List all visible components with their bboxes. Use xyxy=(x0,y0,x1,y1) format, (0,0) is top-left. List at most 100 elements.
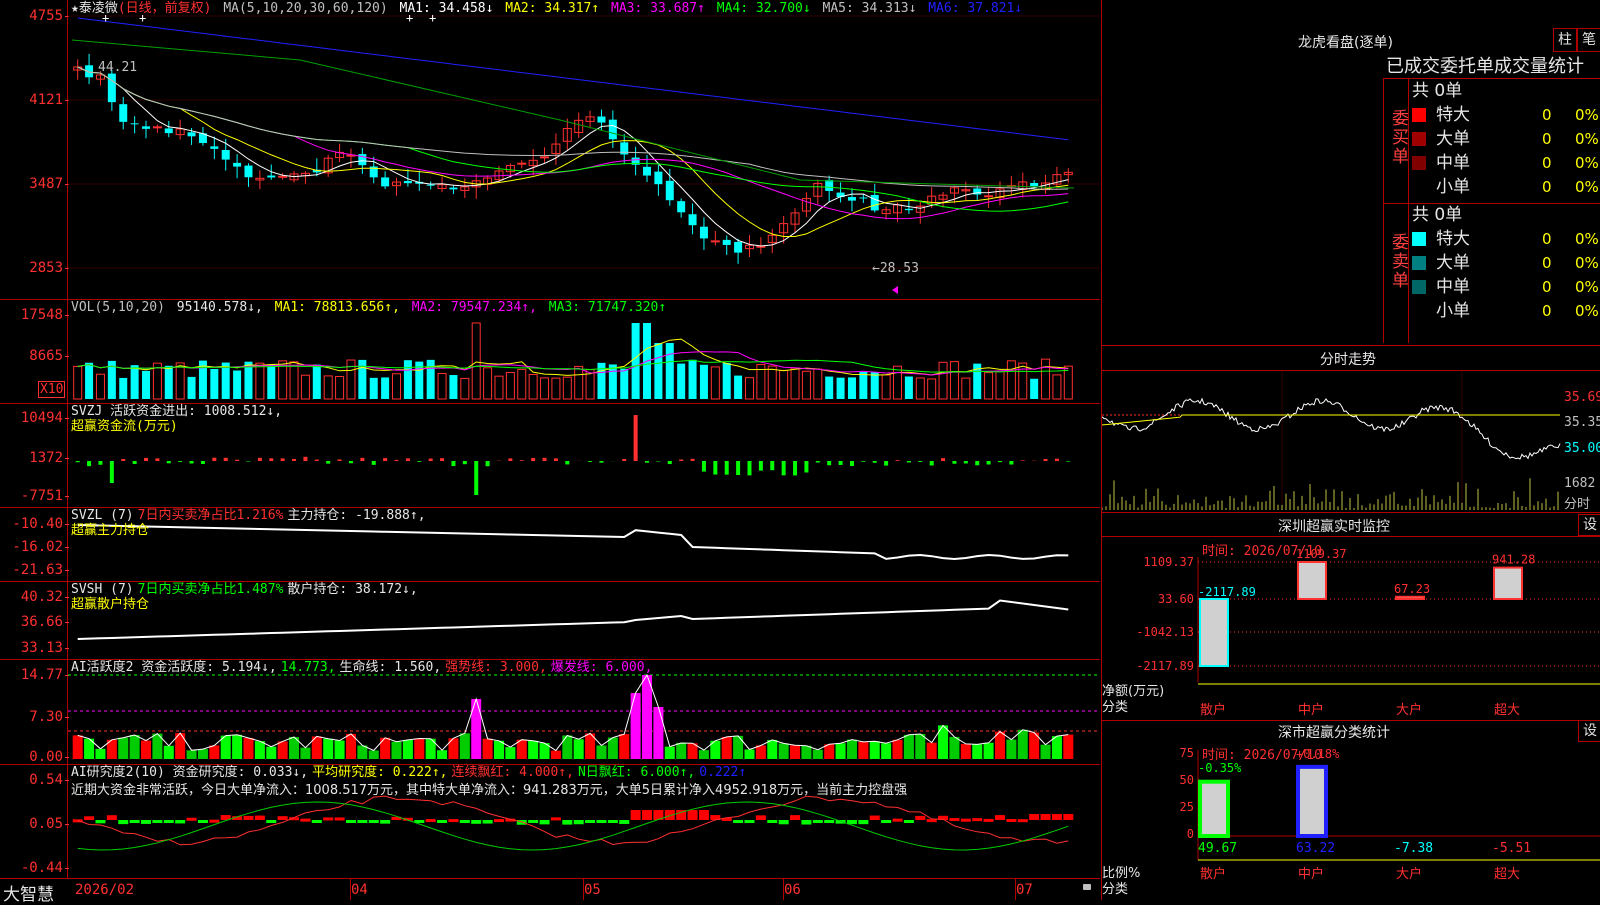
volume-bar xyxy=(1042,359,1050,399)
sz-bar-label: -2117.89 xyxy=(1198,585,1256,599)
stock-name[interactable]: ★泰凌微 xyxy=(71,1,118,16)
intraday-chart[interactable] xyxy=(1102,345,1600,512)
svzj-panel[interactable]: 10494 1372 -7751 SVZJ 活跃资金进出: 1008.512↓,… xyxy=(0,403,1100,508)
flow-bar xyxy=(896,460,900,461)
flow-bar xyxy=(429,459,433,461)
flow-bar xyxy=(338,459,342,461)
candlestick-chart[interactable]: ++++ xyxy=(0,0,1100,299)
flow-bar xyxy=(451,461,455,466)
intraday-tick: 35.69 xyxy=(1564,390,1600,405)
flow-bar xyxy=(87,461,91,466)
research-bar xyxy=(426,819,436,822)
activity-bar xyxy=(824,744,834,759)
flow-bar xyxy=(554,458,558,461)
svzl-holding: 主力持仓: -19.888↑, xyxy=(287,508,425,523)
research-bar xyxy=(312,820,322,823)
activity-bar xyxy=(130,735,140,759)
activity-bar xyxy=(596,745,606,759)
activity-bar xyxy=(483,739,493,759)
buy-row-medium[interactable]: 中单00% xyxy=(1412,151,1600,175)
volume-bar xyxy=(996,371,1004,399)
svzl-subtitle: 超赢主力持仓 xyxy=(71,523,430,538)
sz-class-panel[interactable]: 深市超赢分类统计 设 时间: 2026/07/10 7550250-0.35%+… xyxy=(1101,720,1600,900)
volume-panel[interactable]: 17548 8665 X10 VOL(5,10,20) 95140.578↓, … xyxy=(0,299,1100,404)
candle-body xyxy=(131,123,139,124)
class-category: 大户 xyxy=(1396,866,1422,882)
class-top-label: +0.18% xyxy=(1296,747,1340,761)
sell-row-large[interactable]: 大单00% xyxy=(1412,251,1600,275)
ai1-burst: 爆发线: 6.000, xyxy=(551,660,653,675)
sell-row-small[interactable]: 小单00% xyxy=(1412,299,1600,323)
intraday-panel[interactable]: 分时走势 35.69 35.35 35.00 1682 分时 xyxy=(1101,345,1600,513)
activity-bar xyxy=(73,735,83,759)
flow-bar xyxy=(713,461,717,475)
flow-bar xyxy=(224,458,228,461)
activity-bar xyxy=(1063,735,1073,759)
flow-bar xyxy=(144,458,148,461)
flow-bar xyxy=(816,461,820,463)
ai1-lifeline: 生命线: 1.560, xyxy=(340,660,442,675)
class-chart[interactable]: 7550250-0.35%+0.18%49.6763.22-7.38-5.51散… xyxy=(1102,720,1600,900)
research-bar xyxy=(483,820,493,824)
tick-view-button[interactable]: 笔 xyxy=(1577,28,1600,52)
research-bar xyxy=(642,810,652,820)
research-bar xyxy=(551,817,561,820)
volume-legend: VOL(5,10,20) 95140.578↓, MA1: 78813.656↑… xyxy=(71,300,670,315)
flow-bar xyxy=(964,461,968,463)
research-bar xyxy=(540,820,550,824)
volume-bar xyxy=(256,363,264,399)
buy-row-small[interactable]: 小单00% xyxy=(1412,175,1600,199)
activity-bar xyxy=(243,738,253,759)
svzl-ratio: 7日内买卖净占比1.216% xyxy=(138,508,284,523)
ai2-summary: 近期大资金非常活跃，今日大单净流入：1008.517万元，其中特大单净流入：94… xyxy=(71,783,907,798)
candle-body xyxy=(711,241,719,242)
flow-bar xyxy=(440,458,444,461)
research-bar xyxy=(699,810,709,820)
buy-row-large[interactable]: 大单00% xyxy=(1412,127,1600,151)
volume-bar xyxy=(620,369,628,399)
class-value: 49.67 xyxy=(1198,841,1237,856)
research-bar xyxy=(357,820,367,823)
activity-bar xyxy=(767,740,777,759)
order-stat-panel[interactable]: 龙虎看盘(逐单) 柱 笔 已成交委托单成交量统计 委买单 委卖单 共 0单 特大… xyxy=(1101,0,1600,346)
buy-row-super[interactable]: 特大00% xyxy=(1412,103,1600,127)
activity-bar xyxy=(619,734,629,759)
sell-row-super[interactable]: 特大00% xyxy=(1412,227,1600,251)
activity-bar xyxy=(437,750,447,759)
ai-research-panel[interactable]: 0.54 0.05 -0.44 AI研究度2(10) 资金研究度: 0.033↓… xyxy=(0,764,1100,878)
sz-monitor-chart[interactable]: 1109.3733.60-1042.13-2117.89-2117.891109… xyxy=(1102,512,1600,720)
class-tick: 50 xyxy=(1180,773,1194,787)
candle-body xyxy=(985,196,993,197)
research-bar xyxy=(243,816,253,820)
research-bar xyxy=(107,815,117,820)
ma6-line xyxy=(78,18,1069,140)
candle-body xyxy=(449,188,457,190)
research-bar xyxy=(585,820,595,823)
flow-bar xyxy=(634,415,638,461)
flow-bar xyxy=(303,457,307,461)
volume-bar xyxy=(165,366,173,399)
activity-bar xyxy=(300,748,310,759)
svsh-panel[interactable]: 40.32 36.66 33.13 SVSH (7)7日内买卖净占比1.487%… xyxy=(0,581,1100,660)
ai-activity-panel[interactable]: 14.77 7.30 0.00 AI活跃度2 资金活跃度: 5.194↓,14.… xyxy=(0,659,1100,765)
svzl-panel[interactable]: -10.40 -16.02 -21.63 SVZL (7)7日内买卖净占比1.2… xyxy=(0,507,1100,582)
research-bar xyxy=(152,820,162,823)
svsh-subtitle: 超赢散户持仓 xyxy=(71,597,422,612)
kline-panel[interactable]: 4755 4121 3487 2853 ++++ ★泰凌微(日线，前复权) MA… xyxy=(0,0,1100,300)
volume-bar xyxy=(222,363,230,399)
sz-category: 超大 xyxy=(1494,703,1520,718)
candle-body xyxy=(666,181,674,200)
bar-view-button[interactable]: 柱 xyxy=(1553,28,1577,52)
research-bar xyxy=(801,820,811,825)
activity-bar xyxy=(209,745,219,759)
volume-bar xyxy=(962,378,970,399)
volume-bar xyxy=(985,373,993,399)
period-label[interactable]: (日线，前复权) xyxy=(118,1,212,16)
price-line xyxy=(1102,399,1560,459)
research-bar xyxy=(1041,814,1051,820)
volume-bar xyxy=(734,376,742,399)
sz-monitor-panel[interactable]: 深圳超赢实时监控 设 时间: 2026/07/10 1109.3733.60-1… xyxy=(1101,512,1600,721)
sell-row-medium[interactable]: 中单00% xyxy=(1412,275,1600,299)
intraday-tick: 35.35 xyxy=(1564,415,1600,430)
activity-bar xyxy=(801,746,811,759)
